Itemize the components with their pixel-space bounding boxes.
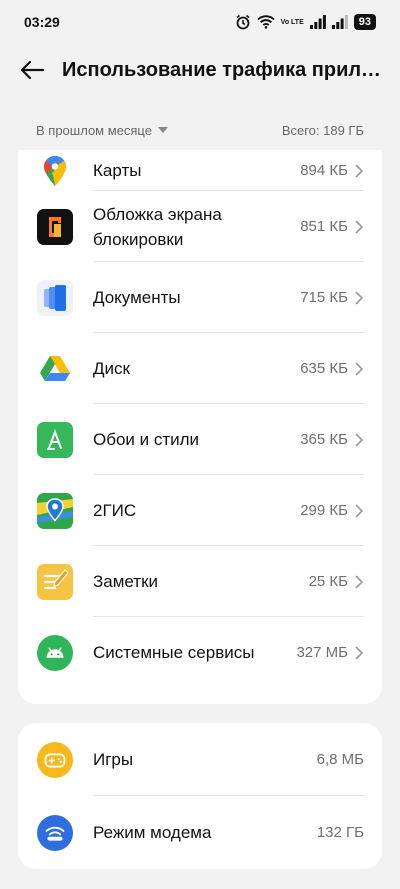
apps-usage-list: Карты 894 КБ Обложка экрана блокировки 8…	[18, 150, 382, 704]
app-usage-value: 635 КБ	[300, 360, 348, 377]
app-name: Системные сервисы	[93, 643, 255, 662]
status-icons: Vo LTE 93	[235, 14, 376, 30]
app-bar: Использование трафика прило…	[0, 46, 400, 94]
period-dropdown[interactable]: В прошлом месяце	[36, 123, 168, 138]
item-name: Режим модема	[93, 823, 212, 842]
list-item-hotspot: Режим модема 132 ГБ	[18, 796, 382, 869]
total-usage: Всего: 189 ГБ	[281, 122, 364, 138]
list-item-maps[interactable]: Карты 894 КБ	[18, 150, 382, 191]
games-icon	[37, 741, 73, 778]
app-name: Обои и стили	[93, 430, 200, 449]
chevron-right-icon	[355, 503, 364, 518]
chevron-right-icon	[355, 645, 364, 660]
app-name: Документы	[93, 288, 181, 307]
app-usage-value: 299 КБ	[300, 502, 348, 519]
chevron-right-icon	[355, 163, 364, 178]
wallpapers-styles-icon	[37, 421, 73, 458]
app-usage-value: 25 КБ	[308, 573, 348, 590]
other-usage-list: Игры 6,8 МБ Режим модема 132 ГБ	[18, 723, 382, 869]
chevron-right-icon	[355, 432, 364, 447]
page-title: Использование трафика прило…	[62, 58, 382, 81]
chevron-right-icon	[355, 219, 364, 234]
item-name: Игры	[93, 750, 134, 769]
status-bar: 03:29 Vo LTE 93	[0, 0, 400, 44]
alarm-icon	[236, 14, 250, 30]
chevron-right-icon	[355, 361, 364, 376]
google-maps-icon	[37, 153, 73, 189]
app-usage-value: 715 КБ	[300, 289, 348, 306]
usage-value: 6,8 МБ	[316, 751, 364, 768]
volte-indicator: Vo LTE	[280, 18, 304, 26]
chevron-right-icon	[355, 574, 364, 589]
app-name: Заметки	[93, 572, 159, 591]
dropdown-caret-icon	[157, 127, 168, 133]
back-button[interactable]	[8, 46, 56, 94]
wifi-icon	[257, 15, 275, 29]
app-name: Карты	[93, 161, 142, 180]
list-item-games: Игры 6,8 МБ	[18, 723, 382, 796]
app-name: Обложка экрана блокировки	[93, 204, 222, 249]
chevron-right-icon	[355, 290, 364, 305]
documents-icon	[37, 279, 73, 316]
app-usage-value: 327 МБ	[296, 644, 348, 661]
app-name: 2ГИС	[93, 501, 137, 520]
status-time: 03:29	[24, 14, 60, 30]
signal-icon	[309, 15, 326, 29]
lockscreen-cover-icon	[37, 208, 73, 245]
arrow-back-icon	[20, 60, 45, 80]
battery-indicator: 93	[353, 14, 376, 30]
list-item-system-services[interactable]: Системные сервисы 327 МБ	[18, 617, 382, 688]
period-label: В прошлом месяце	[36, 122, 152, 138]
notes-icon	[37, 563, 73, 600]
filter-row: В прошлом месяце Всего: 189 ГБ	[0, 118, 400, 142]
list-item-drive[interactable]: Диск 635 КБ	[18, 333, 382, 404]
list-item-lockscreen-cover[interactable]: Обложка экрана блокировки 851 КБ	[18, 191, 382, 262]
signal-icon-2	[331, 15, 348, 29]
app-name: Диск	[93, 359, 130, 378]
usage-value: 132 ГБ	[316, 824, 364, 841]
2gis-icon	[37, 492, 73, 529]
app-usage-value: 851 КБ	[300, 218, 348, 235]
list-item-wallpapers[interactable]: Обои и стили 365 КБ	[18, 404, 382, 475]
google-drive-icon	[37, 351, 73, 387]
list-item-documents[interactable]: Документы 715 КБ	[18, 262, 382, 333]
list-item-notes[interactable]: Заметки 25 КБ	[18, 546, 382, 617]
list-item-2gis[interactable]: 2ГИС 299 КБ	[18, 475, 382, 546]
app-usage-value: 365 КБ	[300, 431, 348, 448]
android-system-icon	[37, 634, 73, 671]
hotspot-icon	[37, 814, 73, 851]
app-usage-value: 894 КБ	[300, 162, 348, 179]
